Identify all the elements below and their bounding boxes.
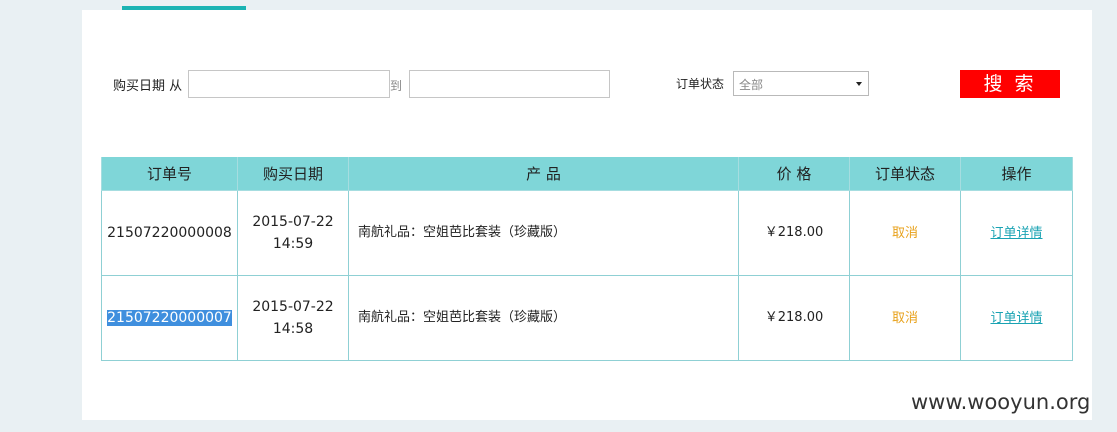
column-header-product: 产 品 bbox=[348, 157, 739, 191]
column-header-purchase-date: 购买日期 bbox=[237, 157, 349, 191]
dropdown-arrow-icon bbox=[856, 82, 862, 86]
order-number: 21507220000008 bbox=[107, 225, 232, 241]
search-button[interactable]: 搜 索 bbox=[960, 70, 1060, 98]
purchase-time: 14:59 bbox=[272, 236, 314, 252]
active-tab-indicator bbox=[122, 6, 246, 10]
date-to-input[interactable] bbox=[409, 70, 610, 98]
table-row: 21507220000008 2015-07-22 14:59 南航礼品：空姐芭比… bbox=[101, 190, 1073, 276]
order-number-selected: 21507220000007 bbox=[107, 310, 232, 326]
order-status-label: 订单状态 bbox=[676, 77, 725, 91]
purchase-date-cell: 2015-07-22 14:59 bbox=[237, 190, 349, 276]
table-header-row: 订单号 购买日期 产 品 价 格 订单状态 操作 bbox=[101, 157, 1073, 191]
product-name: 南航礼品：空姐芭比套装（珍藏版） bbox=[348, 190, 739, 276]
order-detail-link[interactable]: 订单详情 bbox=[990, 226, 1042, 241]
order-status-cancel[interactable]: 取消 bbox=[892, 226, 918, 241]
order-status-selected-value: 全部 bbox=[739, 78, 764, 92]
purchase-date-cell: 2015-07-22 14:58 bbox=[237, 275, 349, 361]
product-name: 南航礼品：空姐芭比套装（珍藏版） bbox=[348, 275, 739, 361]
order-status-cell: 取消 bbox=[849, 190, 961, 276]
order-status-cancel[interactable]: 取消 bbox=[892, 311, 918, 326]
action-cell: 订单详情 bbox=[960, 190, 1073, 276]
table-row: 21507220000007 2015-07-22 14:58 南航礼品：空姐芭比… bbox=[101, 275, 1073, 361]
column-header-order-no: 订单号 bbox=[101, 157, 238, 191]
order-status-cell: 取消 bbox=[849, 275, 961, 361]
purchase-date: 2015-07-22 bbox=[252, 299, 334, 315]
price: ￥218.00 bbox=[738, 190, 850, 276]
purchase-date-label: 购买日期 从 bbox=[113, 79, 183, 94]
order-number-cell: 21507220000007 bbox=[101, 275, 238, 361]
date-from-input[interactable] bbox=[188, 70, 390, 98]
column-header-order-status: 订单状态 bbox=[849, 157, 961, 191]
order-detail-link[interactable]: 订单详情 bbox=[990, 311, 1042, 326]
column-header-price: 价 格 bbox=[738, 157, 850, 191]
orders-table: 订单号 购买日期 产 品 价 格 订单状态 操作 21507220000008 … bbox=[101, 157, 1073, 361]
price: ￥218.00 bbox=[738, 275, 850, 361]
purchase-date: 2015-07-22 bbox=[252, 214, 334, 230]
column-header-action: 操作 bbox=[960, 157, 1073, 191]
order-number-cell: 21507220000008 bbox=[101, 190, 238, 276]
watermark-text: www.wooyun.org bbox=[911, 390, 1091, 414]
date-to-label: 到 bbox=[390, 79, 403, 93]
order-status-select[interactable]: 全部 bbox=[733, 71, 869, 96]
purchase-time: 14:58 bbox=[272, 321, 314, 337]
action-cell: 订单详情 bbox=[960, 275, 1073, 361]
